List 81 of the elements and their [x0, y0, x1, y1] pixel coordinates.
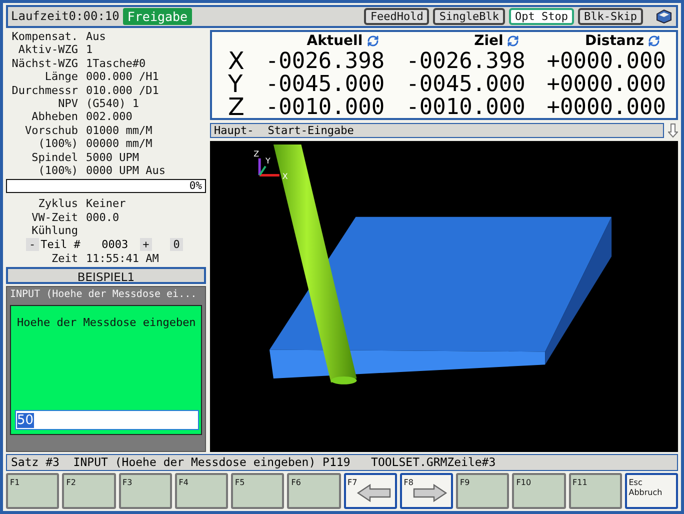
info-label: Abheben — [30, 110, 78, 124]
function-key[interactable]: F8 — [400, 473, 453, 509]
info-label: Kompensat. — [10, 30, 78, 44]
info-label: (100%) — [37, 137, 78, 151]
toggle-button[interactable]: SingleBlk — [433, 8, 506, 25]
function-key[interactable]: F6 — [287, 473, 340, 509]
dialog-title: INPUT (Hoehe der Messdose ei... — [10, 288, 198, 302]
runtime-label: Laufzeit0:00:10 — [11, 9, 120, 24]
info-label: Vorschub — [24, 124, 78, 138]
function-key[interactable]: F11 — [568, 473, 622, 509]
function-key[interactable]: F7 — [344, 473, 397, 509]
program-bar-item: Start-Eingabe — [268, 124, 354, 137]
column-heading: Ziel — [474, 33, 504, 50]
axis-label: Z — [228, 96, 246, 119]
coordinate-value: -0045.000 — [264, 72, 386, 96]
info-value: Keiner — [86, 197, 127, 211]
info-label: Zeit — [50, 252, 78, 265]
info-value: Aus — [86, 30, 107, 44]
info-value: 010.000 /D1 — [86, 84, 160, 97]
refresh-icon[interactable] — [648, 35, 660, 48]
info-value: (G540) 1 — [86, 96, 140, 110]
info-label: Durchmessr — [10, 84, 78, 97]
info-value: 0000 UPM Aus — [86, 164, 166, 178]
info-label: VW-Zeit — [30, 210, 78, 224]
function-key[interactable]: F4 — [174, 473, 228, 509]
reset-button[interactable]: 0 — [170, 238, 183, 252]
coordinate-value: -0010.000 — [405, 96, 526, 119]
coordinate-value: +0000.000 — [546, 96, 667, 119]
coordinate-value: -0026.398 — [405, 50, 526, 73]
refresh-icon[interactable] — [366, 35, 379, 48]
info-value: 11:55:41 AM — [86, 252, 160, 265]
machine-icon[interactable] — [655, 8, 673, 24]
function-key[interactable]: F3 — [118, 473, 172, 509]
axis-label: X — [228, 50, 246, 73]
info-label: Nächst-WZG — [10, 56, 78, 70]
info-value: 1 — [86, 43, 94, 57]
program-bar-item: Haupt- — [214, 124, 254, 137]
info-value: 00000 mm/M — [86, 137, 154, 151]
info-label: (100%) — [37, 164, 78, 178]
info-value: 5000 UPM — [86, 150, 140, 164]
function-key[interactable]: Esc Abbruch — [624, 473, 678, 509]
info-value: 002.000 — [86, 110, 134, 124]
coordinate-value: -0026.398 — [264, 50, 386, 73]
column-heading: Aktuell — [306, 33, 363, 50]
column-heading: Distanz — [584, 33, 644, 50]
info-value: 000.000 /H1 — [86, 70, 160, 84]
info-label: NPV — [57, 96, 78, 110]
coordinate-value: +0000.000 — [546, 72, 667, 96]
axis-label: Y — [228, 72, 243, 96]
coordinate-value: -0045.000 — [405, 72, 526, 96]
program-name-button[interactable]: BEISPIEL1 — [6, 266, 206, 284]
refresh-icon[interactable] — [507, 35, 520, 48]
info-label: Länge — [44, 70, 78, 84]
toggle-button[interactable]: Blk-Skip — [578, 8, 643, 25]
toggle-button[interactable]: FeedHold — [364, 8, 430, 25]
info-value: 0003 — [102, 238, 130, 252]
coordinate-value: -0010.000 — [264, 96, 386, 119]
function-key[interactable]: F9 — [456, 473, 510, 509]
progress-reading: 0% — [189, 180, 202, 192]
left-arrow-icon — [356, 483, 392, 504]
info-value: 1Tasche#0 — [86, 56, 147, 70]
increment-button[interactable]: + — [140, 238, 152, 252]
info-value: 01000 mm/M — [86, 124, 154, 138]
function-key[interactable]: F1 — [6, 473, 60, 509]
info-label: Aktiv-WZG — [17, 43, 78, 57]
function-key[interactable]: F10 — [512, 473, 566, 509]
info-label: Spindel — [30, 150, 78, 164]
input-field[interactable]: 50 — [15, 410, 199, 430]
function-key[interactable]: F5 — [231, 473, 284, 509]
right-arrow-icon — [412, 483, 448, 504]
decrement-button[interactable]: - — [26, 238, 39, 252]
info-label: Kühlung — [30, 224, 78, 238]
info-value: 000.0 — [86, 210, 120, 224]
release-badge: Freigabe — [123, 8, 192, 25]
toggle-button[interactable]: Opt Stop — [509, 8, 574, 25]
down-arrow-icon[interactable] — [668, 122, 678, 138]
coordinate-value: +0000.000 — [546, 50, 667, 73]
dialog-prompt: Hoehe der Messdose eingeben — [16, 316, 197, 329]
info-label: Zyklus — [37, 197, 78, 211]
function-key[interactable]: F2 — [62, 473, 116, 509]
info-label: Teil # — [40, 238, 82, 252]
